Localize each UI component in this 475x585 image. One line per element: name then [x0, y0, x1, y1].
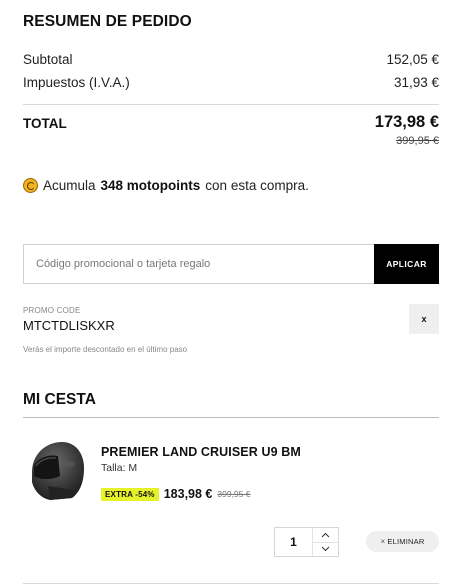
- total-label: TOTAL: [23, 116, 67, 131]
- close-icon: ×: [380, 537, 386, 546]
- remove-item-button[interactable]: × ELIMINAR: [366, 531, 439, 552]
- divider: [23, 417, 439, 418]
- subtotal-row: Subtotal 152,05 €: [23, 52, 439, 67]
- quantity-value[interactable]: 1: [275, 528, 312, 556]
- quantity-stepper[interactable]: 1: [274, 527, 339, 557]
- subtotal-label: Subtotal: [23, 52, 73, 67]
- remove-promo-button[interactable]: x: [409, 304, 439, 334]
- quantity-decrease-button[interactable]: [312, 542, 338, 556]
- motopoints-coin-icon: [23, 178, 38, 193]
- product-old-price: 399,95 €: [217, 489, 251, 499]
- motopoints-prefix: Acumula: [43, 178, 96, 193]
- promo-code-form: APLICAR: [23, 244, 439, 284]
- promo-code-input[interactable]: [24, 245, 374, 283]
- order-summary-title: RESUMEN DE PEDIDO: [23, 13, 192, 30]
- motopoints-amount: 348 motopoints: [100, 178, 201, 193]
- helmet-image[interactable]: [24, 436, 89, 506]
- motopoints-suffix: con esta compra.: [205, 178, 309, 193]
- tax-label: Impuestos (I.V.A.): [23, 75, 130, 90]
- product-price: 183,98 €: [163, 487, 213, 501]
- divider: [23, 583, 439, 584]
- total-old-price: 399,95 €: [396, 135, 439, 147]
- chevron-up-icon: [321, 532, 330, 538]
- tax-value: 31,93 €: [393, 75, 439, 90]
- product-size: Talla: M: [101, 462, 138, 474]
- tax-row: Impuestos (I.V.A.) 31,93 €: [23, 75, 439, 90]
- promo-code-value: MTCTDLISKXR: [23, 318, 115, 333]
- cart-title: MI CESTA: [23, 391, 96, 408]
- product-price-row: EXTRA -54% 183,98 € 399,95 €: [101, 487, 250, 501]
- apply-promo-button[interactable]: APLICAR: [374, 244, 439, 284]
- motopoints-message: Acumula 348 motopoints con esta compra.: [23, 178, 309, 193]
- total-value: 173,98 €: [374, 113, 439, 131]
- helmet-icon: [32, 442, 84, 500]
- chevron-down-icon: [321, 546, 330, 552]
- promo-code-label: PROMO CODE: [23, 306, 81, 315]
- divider: [23, 104, 439, 105]
- subtotal-value: 152,05 €: [386, 52, 439, 67]
- product-name[interactable]: PREMIER LAND CRUISER U9 BM: [101, 445, 301, 459]
- quantity-arrows: [312, 528, 338, 556]
- discount-badge: EXTRA -54%: [101, 487, 159, 501]
- quantity-increase-button[interactable]: [312, 528, 338, 543]
- promo-note: Verás el importe descontado en el último…: [23, 345, 188, 354]
- remove-item-label: ELIMINAR: [387, 537, 425, 546]
